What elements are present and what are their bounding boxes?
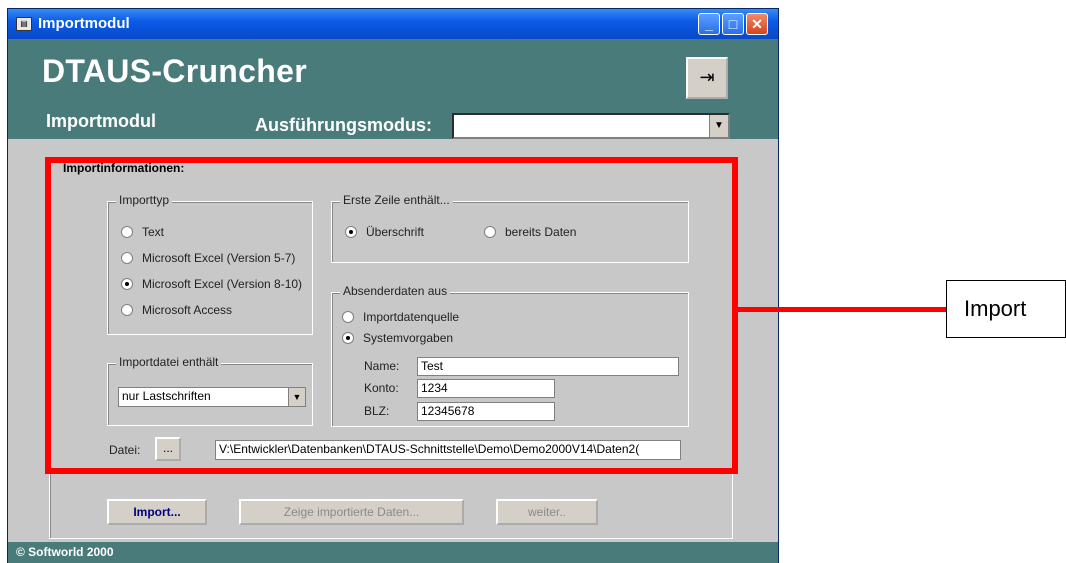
- status-bar: © Softworld 2000: [8, 542, 778, 563]
- highlight-box: [45, 157, 738, 474]
- maximize-button[interactable]: □: [722, 13, 744, 35]
- chevron-down-icon[interactable]: ▼: [709, 115, 728, 137]
- window-title: Importmodul: [38, 15, 130, 32]
- exit-door-icon: ⇥: [699, 67, 715, 87]
- import-button[interactable]: Import...: [107, 499, 207, 525]
- exit-button[interactable]: ⇥: [686, 57, 728, 99]
- title-bar[interactable]: ▤ Importmodul _ □ ✕: [8, 9, 778, 39]
- app-title: DTAUS-Cruncher: [42, 53, 307, 89]
- close-button[interactable]: ✕: [746, 13, 768, 35]
- minimize-button[interactable]: _: [698, 13, 720, 35]
- mode-select[interactable]: ▼: [452, 113, 730, 139]
- module-label: Importmodul: [46, 111, 156, 131]
- next-button[interactable]: weiter..: [496, 499, 598, 525]
- copyright-text: © Softworld 2000: [16, 545, 114, 559]
- import-callout: Import: [946, 280, 1066, 338]
- form-header: DTAUS-Cruncher ⇥ Importmodul Ausführungs…: [8, 39, 778, 139]
- mode-label: Ausführungsmodus:: [255, 115, 432, 135]
- callout-connector: [738, 307, 950, 312]
- show-imported-button[interactable]: Zeige importierte Daten...: [239, 499, 464, 525]
- form-icon: ▤: [16, 17, 32, 31]
